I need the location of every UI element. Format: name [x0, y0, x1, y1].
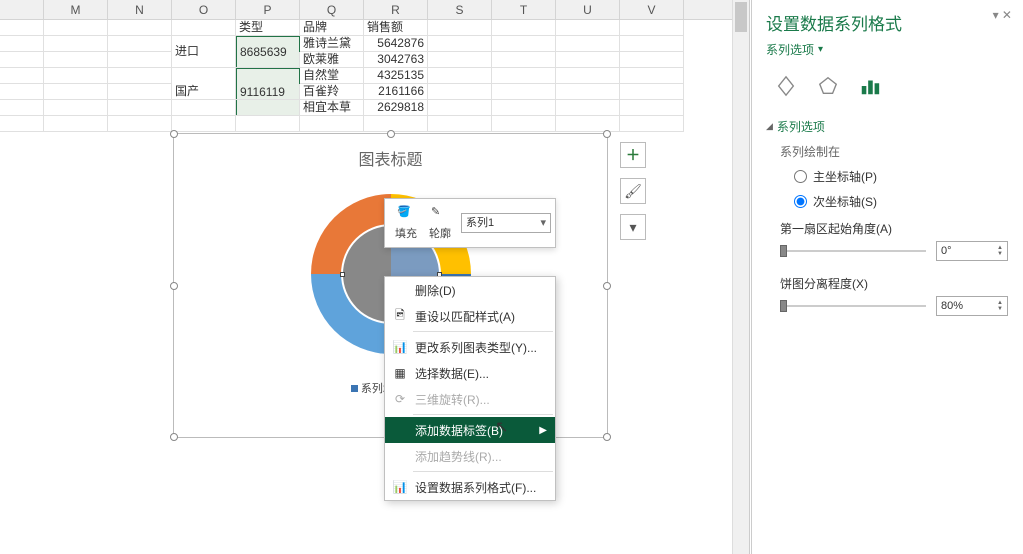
series-options-section[interactable]: 系列选项: [766, 114, 1008, 139]
series-options-tab[interactable]: [856, 72, 884, 100]
col-V[interactable]: V: [620, 0, 684, 19]
legend-swatch: [351, 385, 358, 392]
bars-icon: [859, 75, 881, 97]
menu-add-data-labels[interactable]: 添加数据标签(B)▶: [385, 417, 555, 443]
menu-3d-rotate: ⟳三维旋转(R)...: [385, 386, 555, 412]
col-S[interactable]: S: [428, 0, 492, 19]
chart-filter-button[interactable]: ▾: [620, 214, 646, 240]
chart-elements-button[interactable]: ＋: [620, 142, 646, 168]
col-header-row[interactable]: [0, 0, 44, 19]
mini-toolbar: 🪣 填充 ✎ 轮廓 系列1: [384, 198, 556, 248]
effects-tab[interactable]: [814, 72, 842, 100]
pentagon-icon: [817, 75, 839, 97]
pen-icon: ✎: [431, 205, 449, 223]
explode-label: 饼图分离程度(X): [766, 269, 1008, 294]
fill-button[interactable]: 🪣 填充: [389, 203, 423, 243]
menu-delete[interactable]: 删除(D): [385, 277, 555, 303]
resize-handle[interactable]: [603, 433, 611, 441]
col-T[interactable]: T: [492, 0, 556, 19]
funnel-icon: ▾: [629, 219, 636, 236]
cell-type-header[interactable]: 类型: [236, 20, 300, 36]
outline-label: 轮廓: [429, 225, 451, 241]
series-select[interactable]: 系列1: [461, 213, 551, 233]
cell-sales-3[interactable]: 2161166: [364, 84, 428, 100]
rotate-icon: ⟳: [391, 391, 409, 407]
explode-slider[interactable]: [780, 298, 926, 314]
submenu-arrow-icon: ▶: [539, 425, 547, 436]
brush-icon: 🖌: [624, 183, 642, 200]
cell-grid[interactable]: 类型 品牌 销售额 进口 8685639 雅诗兰黛 5642876 欧莱雅 30…: [0, 20, 749, 132]
resize-handle[interactable]: [387, 130, 395, 138]
menu-reset-style[interactable]: 🖻重设以匹配样式(A): [385, 303, 555, 329]
col-N[interactable]: N: [108, 0, 172, 19]
fill-line-tab[interactable]: [772, 72, 800, 100]
resize-handle[interactable]: [170, 433, 178, 441]
secondary-axis-radio[interactable]: 次坐标轴(S): [766, 189, 1008, 214]
col-P[interactable]: P: [236, 0, 300, 19]
format-icon: 📊: [391, 479, 409, 495]
angle-input[interactable]: 0°▲▼: [936, 241, 1008, 261]
outline-button[interactable]: ✎ 轮廓: [423, 203, 457, 243]
chart-styles-button[interactable]: 🖌: [620, 178, 646, 204]
explode-input[interactable]: 80%▲▼: [936, 296, 1008, 316]
cell-brand-3[interactable]: 百雀羚: [300, 84, 364, 100]
chart-side-buttons: ＋ 🖌 ▾: [620, 142, 646, 250]
resize-handle[interactable]: [170, 282, 178, 290]
chart-title[interactable]: 图表标题: [174, 134, 607, 174]
angle-label: 第一扇区起始角度(A): [766, 214, 1008, 239]
format-series-panel: ▾ ✕ 设置数据系列格式 系列选项 系列选项 系列绘制在 主坐标轴(P) 次坐标…: [751, 0, 1022, 554]
chart-icon: 📊: [391, 339, 409, 355]
col-M[interactable]: M: [44, 0, 108, 19]
panel-close-button[interactable]: ▾ ✕: [993, 8, 1012, 22]
angle-slider[interactable]: [780, 243, 926, 259]
col-O[interactable]: O: [172, 0, 236, 19]
cell-brand-0[interactable]: 雅诗兰黛: [300, 36, 364, 52]
menu-format-series[interactable]: 📊设置数据系列格式(F)...: [385, 474, 555, 500]
cell-brand-header[interactable]: 品牌: [300, 20, 364, 36]
paint-diamond-icon: [775, 75, 797, 97]
panel-subtitle[interactable]: 系列选项: [766, 39, 1008, 68]
reset-icon: 🖻: [391, 308, 409, 324]
vertical-scrollbar[interactable]: [732, 0, 749, 554]
cell-brand-2[interactable]: 自然堂: [300, 68, 364, 84]
cell-sales-header[interactable]: 销售额: [364, 20, 428, 36]
column-headers: M N O P Q R S T U V: [0, 0, 749, 20]
fill-label: 填充: [395, 225, 417, 241]
primary-axis-radio[interactable]: 主坐标轴(P): [766, 164, 1008, 189]
context-menu: 删除(D) 🖻重设以匹配样式(A) 📊更改系列图表类型(Y)... ▦选择数据(…: [384, 276, 556, 501]
spreadsheet-workspace: M N O P Q R S T U V 类型 品牌 销售额 进口 8685639…: [0, 0, 750, 554]
grid-icon: ▦: [391, 365, 409, 381]
col-Q[interactable]: Q: [300, 0, 364, 19]
cell-sales-0[interactable]: 5642876: [364, 36, 428, 52]
menu-change-chart-type[interactable]: 📊更改系列图表类型(Y)...: [385, 334, 555, 360]
panel-title: 设置数据系列格式: [766, 8, 1008, 39]
cell-brand-1[interactable]: 欧莱雅: [300, 52, 364, 68]
menu-select-data[interactable]: ▦选择数据(E)...: [385, 360, 555, 386]
resize-handle[interactable]: [603, 282, 611, 290]
spinner-icon[interactable]: ▲▼: [997, 300, 1003, 312]
plot-on-label: 系列绘制在: [766, 139, 1008, 164]
cell-brand-4[interactable]: 相宜本草: [300, 100, 364, 116]
resize-handle[interactable]: [170, 130, 178, 138]
scrollbar-thumb[interactable]: [735, 2, 747, 32]
cell-sales-1[interactable]: 3042763: [364, 52, 428, 68]
spinner-icon[interactable]: ▲▼: [997, 245, 1003, 257]
paint-bucket-icon: 🪣: [397, 205, 415, 223]
cell-sales-2[interactable]: 4325135: [364, 68, 428, 84]
resize-handle[interactable]: [603, 130, 611, 138]
cell-sales-4[interactable]: 2629818: [364, 100, 428, 116]
menu-add-trendline: 添加趋势线(R)...: [385, 443, 555, 469]
col-R[interactable]: R: [364, 0, 428, 19]
col-U[interactable]: U: [556, 0, 620, 19]
